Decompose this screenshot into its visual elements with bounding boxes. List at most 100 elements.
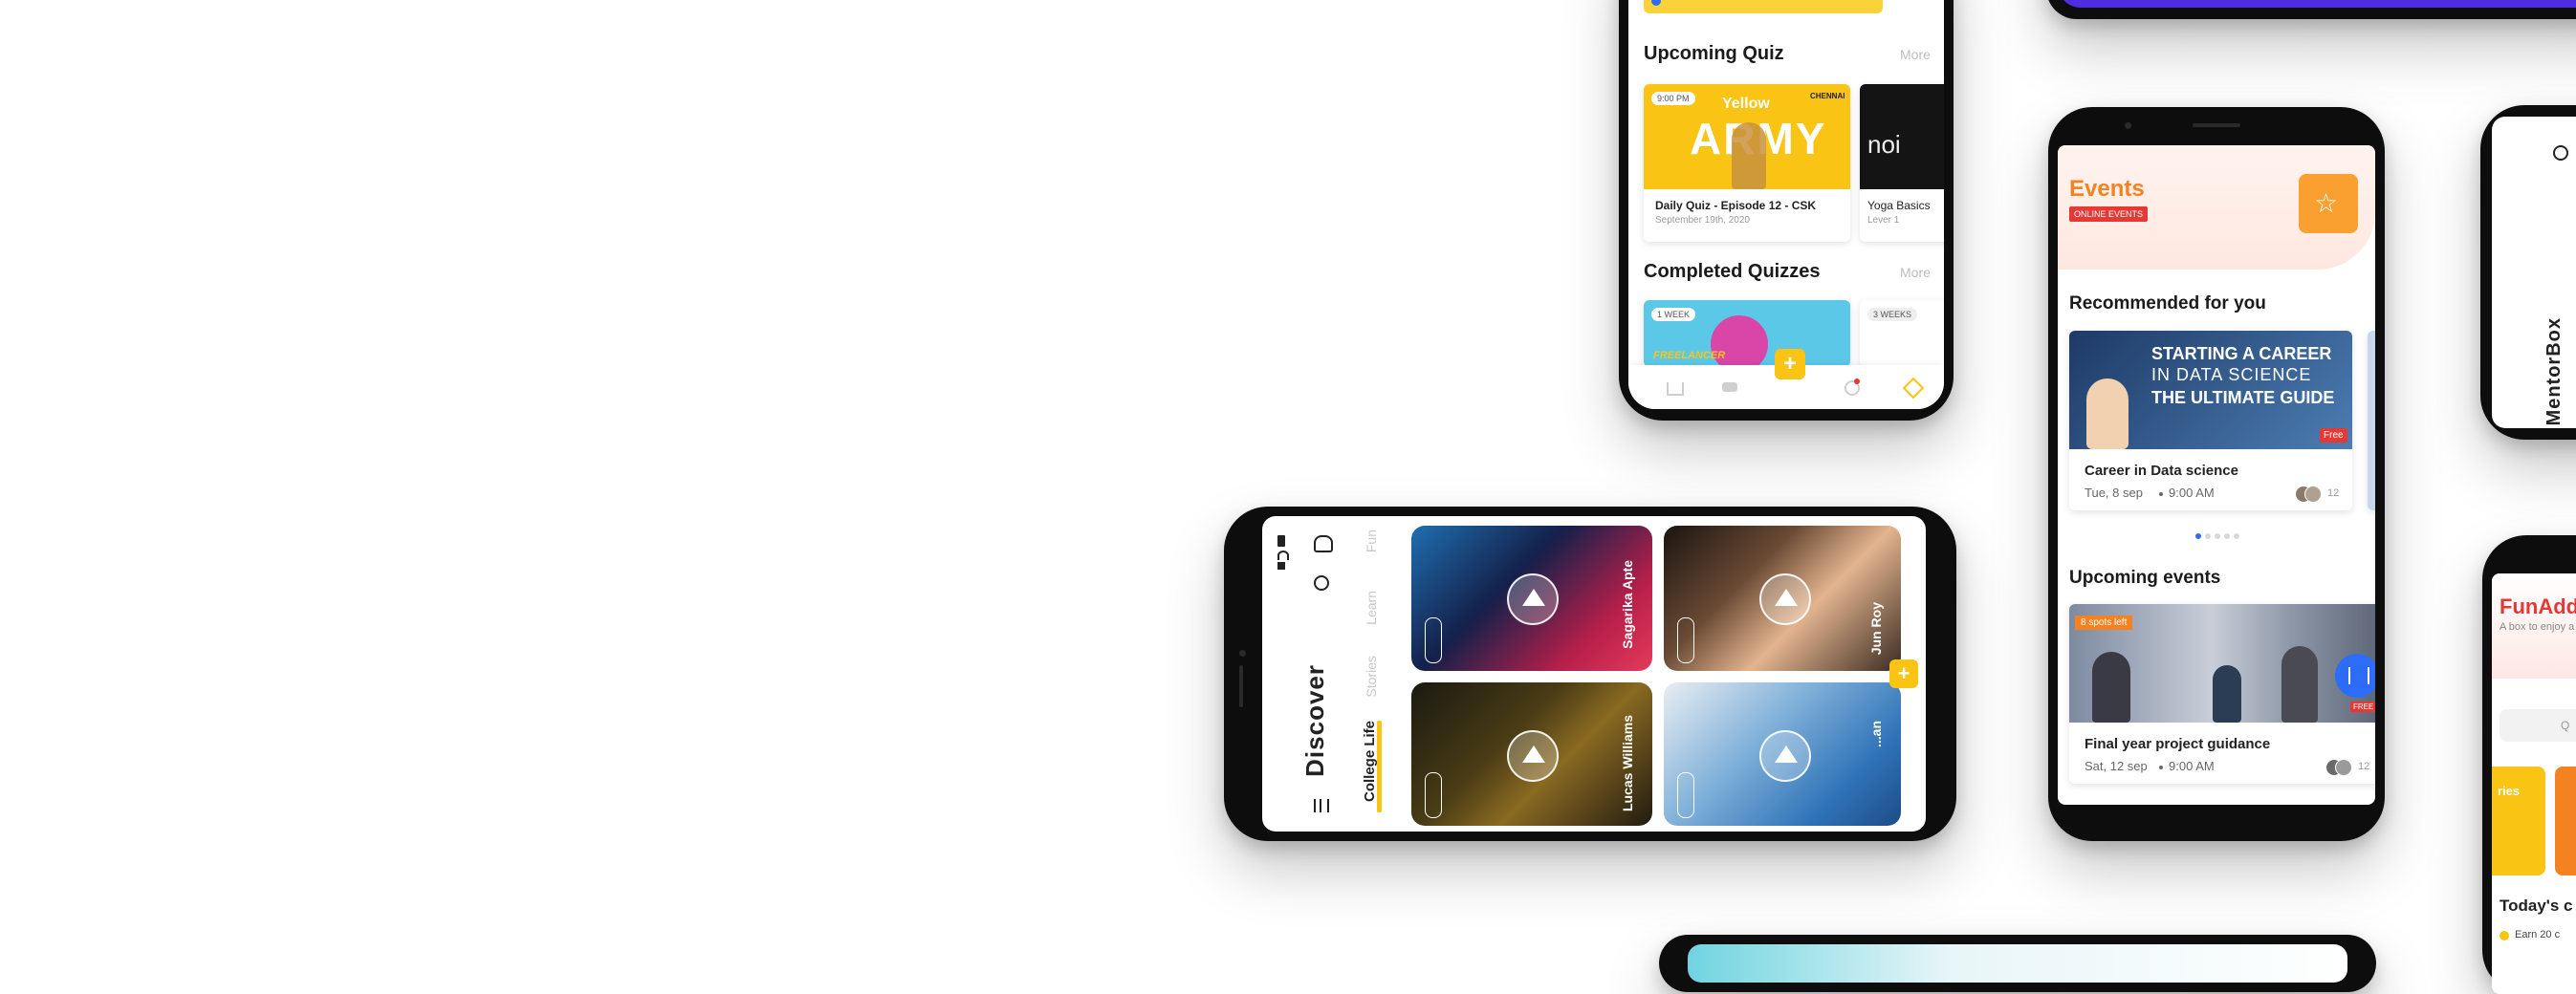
online-events-badge: ONLINE EVENTS: [2069, 206, 2149, 222]
quiz-card-daily[interactable]: 9:00 PM Yellow ARMY CHENNAI Daily Quiz -…: [1644, 84, 1850, 242]
discover-title: Discover: [1300, 664, 1329, 777]
task-text: Earn 20 c: [2515, 929, 2561, 940]
mentor-search-icon[interactable]: [2553, 145, 2568, 161]
recommended-event-title: Career in Data science: [2085, 463, 2238, 479]
play-icon[interactable]: [1759, 573, 1811, 625]
home-icon[interactable]: [1667, 382, 1684, 396]
sliders-icon: [2348, 667, 2369, 684]
upcoming-event-title: Final year project guidance: [2085, 736, 2271, 752]
menu-bar: [1320, 799, 1321, 812]
avatar: [2304, 486, 2322, 503]
completed-card-1[interactable]: 1 WEEK FREELANCER: [1644, 300, 1850, 367]
story-author-name: ...an: [1868, 721, 1884, 748]
dot[interactable]: [2224, 533, 2230, 539]
like-toggle[interactable]: [1425, 617, 1442, 663]
play-icon[interactable]: [1507, 573, 1559, 625]
story-author-name: Lucas Williams: [1620, 715, 1635, 812]
completed-art-text: FREELANCER: [1653, 350, 1726, 361]
tab-college-life[interactable]: College Life: [1362, 721, 1378, 802]
dot[interactable]: [2205, 533, 2211, 539]
recommended-event-time: 9:00 AM: [2169, 486, 2215, 500]
story-tile-3[interactable]: Lucas Williams: [1411, 682, 1652, 826]
add-button[interactable]: +: [1775, 349, 1805, 379]
banner-line1: STARTING A CAREER: [2151, 344, 2332, 363]
recommended-event-date: Tue, 8 sep: [2085, 486, 2143, 500]
dot-active[interactable]: [2195, 533, 2201, 539]
completed-art: 1 WEEK FREELANCER: [1644, 300, 1850, 367]
free-tag: FREE: [2350, 702, 2375, 712]
filter-fab[interactable]: [2335, 654, 2375, 698]
play-icon[interactable]: [1759, 730, 1811, 782]
recommended-title: Recommended for you: [2069, 293, 2266, 313]
play-icon[interactable]: [1507, 730, 1559, 782]
time-badge: 9:00 PM: [1651, 92, 1695, 105]
upcoming-event-photo: 8 spots left: [2069, 604, 2375, 723]
story-tile-1[interactable]: Sagarika Apte: [1411, 526, 1652, 671]
presenter-figure: [2086, 378, 2128, 449]
quiz-card-yoga[interactable]: noi Yoga Basics Lever 1: [1860, 84, 1944, 242]
like-toggle[interactable]: [1677, 772, 1694, 818]
story-tile-2[interactable]: Jun Roy: [1664, 526, 1901, 671]
like-toggle[interactable]: [1677, 617, 1694, 663]
upcoming-more-link[interactable]: More: [1900, 47, 1931, 62]
upcoming-events-title: Upcoming events: [2069, 568, 2221, 588]
learn-icon[interactable]: [1722, 382, 1737, 392]
funadd-search[interactable]: Q: [2500, 709, 2576, 742]
banner-line2: IN DATA SCIENCE: [2151, 365, 2312, 384]
calendar-star-icon[interactable]: ☆: [2299, 174, 2358, 233]
carousel-dots: [2195, 533, 2243, 539]
bell-icon[interactable]: [1314, 535, 1333, 552]
story-author-name: Jun Roy: [1868, 602, 1884, 656]
add-button[interactable]: +: [1889, 659, 1918, 688]
search-icon[interactable]: [1314, 575, 1329, 591]
like-toggle[interactable]: [1425, 772, 1442, 818]
tab-fun[interactable]: Fun: [1364, 529, 1379, 552]
dot[interactable]: [2234, 533, 2239, 539]
story-author-name: Sagarika Apte: [1620, 560, 1635, 649]
attendee-avatars: [2295, 486, 2322, 503]
menu-icon[interactable]: [1314, 799, 1329, 812]
next-recommended-card[interactable]: [2368, 331, 2375, 510]
completed-badge-2: 3 WEEKS: [1867, 308, 1918, 321]
top-banner[interactable]: [1644, 0, 1883, 13]
funadd-card-2[interactable]: [2555, 767, 2576, 875]
speaker-slot: [2193, 123, 2240, 127]
date-time-dot: [2159, 766, 2163, 769]
wifi-icon: [1277, 551, 1289, 560]
status-icons: [1277, 535, 1289, 570]
funadd-phone: FunAdd A box to enjoy a Q ries Today's c…: [2482, 535, 2576, 994]
tab-learn[interactable]: Learn: [1364, 591, 1379, 625]
events-screen: Events ONLINE EVENTS ☆ Recommended for y…: [2058, 145, 2375, 805]
banner-line3: THE ULTIMATE GUIDE: [2151, 388, 2335, 407]
spots-left-badge: 8 spots left: [2075, 616, 2133, 630]
upcoming-event-card[interactable]: 8 spots left FREE Final year project gui…: [2069, 604, 2375, 784]
discover-screen: Discover Fun Learn Stories College Life …: [1262, 516, 1926, 832]
mentorbox-screen: MentorBox: [2492, 117, 2576, 428]
person-3: [2281, 646, 2318, 723]
yoga-card-title: Yoga Basics: [1867, 199, 1931, 212]
art-corner-text: CHENNAI: [1810, 92, 1845, 100]
today-title: Today's c: [2500, 897, 2573, 915]
discover-phone: Discover Fun Learn Stories College Life …: [1224, 507, 1956, 841]
completed-more-link[interactable]: More: [1900, 265, 1931, 280]
avatar: [2335, 759, 2352, 776]
mentorbox-title: MentorBox: [2543, 317, 2565, 426]
completed-card-2[interactable]: 3 WEEKS: [1860, 300, 1944, 367]
notification-dot-icon: [1854, 378, 1860, 384]
signal-icon: [1277, 562, 1285, 570]
yoga-card-level: Lever 1: [1867, 215, 1900, 226]
tab-stories[interactable]: Stories: [1364, 656, 1379, 698]
upcoming-event-date: Sat, 12 sep: [2085, 759, 2148, 773]
dot[interactable]: [2215, 533, 2220, 539]
top-right-phone: [2046, 0, 2576, 19]
story-tile-4[interactable]: ...an: [1664, 682, 1901, 826]
bottom-phone: [1659, 935, 2376, 992]
date-time-dot: [2159, 492, 2163, 496]
funadd-subtitle: A box to enjoy a: [2500, 621, 2575, 633]
completed-badge: 1 WEEK: [1651, 308, 1696, 321]
funadd-screen: FunAdd A box to enjoy a Q ries Today's c…: [2492, 573, 2576, 994]
funadd-card-1[interactable]: ries: [2492, 767, 2545, 875]
recommended-card[interactable]: STARTING A CAREER IN DATA SCIENCE THE UL…: [2069, 331, 2352, 510]
bottom-screen: [1688, 944, 2347, 983]
player-figure: [1732, 122, 1766, 189]
